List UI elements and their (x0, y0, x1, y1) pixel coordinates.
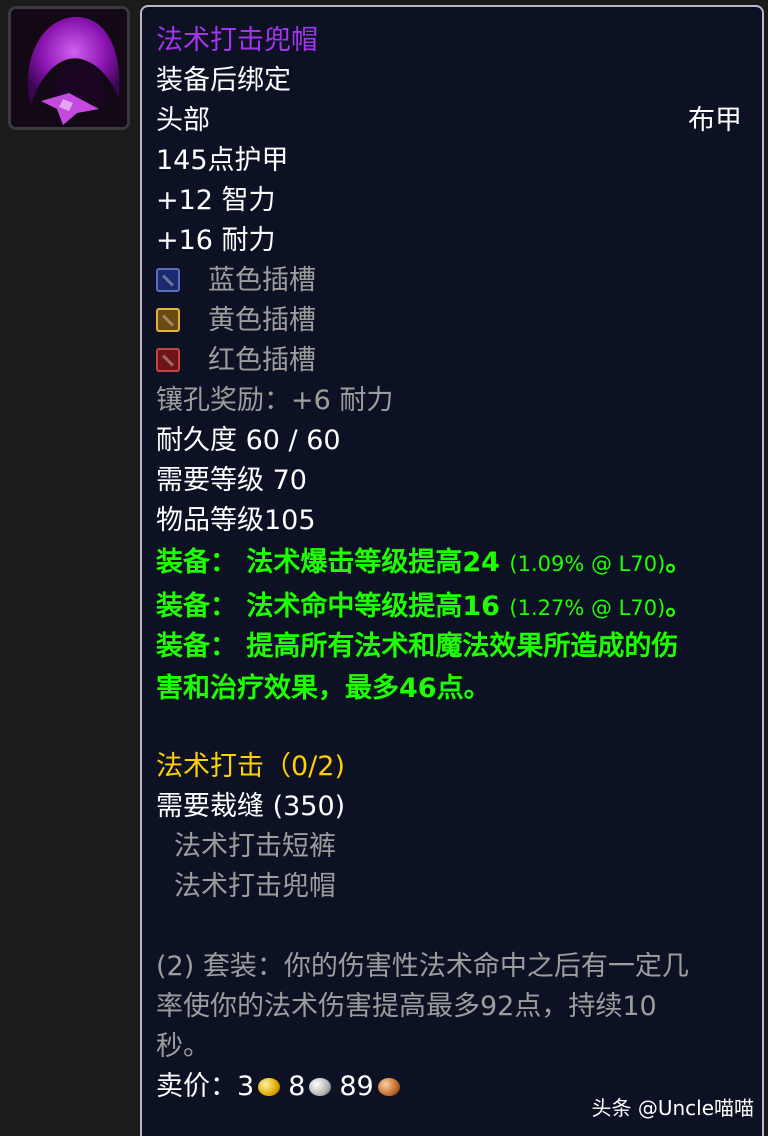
set-bonus-line1: (2) 套装：你的伤害性法术命中之后有一定几 (156, 951, 689, 982)
stat-stamina: +16 耐力 (156, 225, 276, 256)
equip-effect-pct: (1.27% @ L70) (509, 596, 666, 620)
gold-coin-icon (258, 1078, 281, 1096)
item-icon-frame[interactable] (8, 6, 130, 130)
sell-price-label: 卖价： (156, 1071, 237, 1102)
equip-effect-tail: 。 (665, 591, 693, 622)
equip-effect-text: 装备： 法术爆击等级提高24 (156, 547, 500, 578)
set-bonus-line2: 率使你的法术伤害提高最多92点，持续10 (156, 991, 657, 1022)
socket-label: 黄色插槽 (208, 305, 316, 336)
binding-text: 装备后绑定 (156, 65, 291, 96)
yellow-socket-icon (156, 308, 180, 332)
set-bonus-line3: 秒。 (156, 1031, 210, 1062)
slot-text: 头部 (156, 105, 210, 136)
stat-intellect: +12 智力 (156, 185, 276, 216)
required-level: 需要等级 70 (156, 465, 307, 496)
socket-bonus: 镶孔奖励：+6 耐力 (156, 385, 394, 416)
red-socket-icon (156, 348, 180, 372)
socket-label: 红色插槽 (208, 345, 316, 376)
sell-price: 卖价：3 8 89 (156, 1071, 408, 1103)
gold-amount: 3 (237, 1071, 255, 1102)
set-name: 法术打击（0/2) (156, 751, 345, 782)
left-panel (0, 0, 140, 1136)
blue-socket-icon (156, 268, 180, 292)
item-name: 法术打击兜帽 (156, 25, 318, 56)
silver-amount: 8 (288, 1071, 306, 1102)
socket-label: 蓝色插槽 (208, 265, 316, 296)
set-requirement: 需要裁缝 (350) (156, 791, 346, 822)
hood-icon (11, 9, 127, 127)
item-level: 物品等级105 (156, 505, 316, 536)
set-piece: 法术打击短裤 (174, 831, 336, 862)
equip-effect-pct: (1.09% @ L70) (509, 552, 666, 576)
watermark: 头条 @Uncle喵喵 (591, 1096, 754, 1120)
equip-effect-spell-damage-line2: 害和治疗效果，最多46点。 (156, 673, 491, 704)
equip-effect-text: 装备： 法术命中等级提高16 (156, 591, 500, 622)
slot-row: 头部 布甲 (156, 105, 752, 137)
item-tooltip: 法术打击兜帽 装备后绑定 头部 布甲 145点护甲 +12 智力 +16 耐力 … (140, 5, 764, 1136)
durability: 耐久度 60 / 60 (156, 425, 341, 456)
equip-effect-spell-damage-line1: 装备： 提高所有法术和魔法效果所造成的伤 (156, 631, 679, 662)
equip-effect-tail: 。 (665, 547, 693, 578)
armor-text: 145点护甲 (156, 145, 289, 176)
copper-coin-icon (377, 1078, 400, 1096)
equip-effect-spell-crit: 装备： 法术爆击等级提高24 (1.09% @ L70)。 (156, 547, 692, 580)
silver-coin-icon (309, 1078, 332, 1096)
equip-effect-spell-hit: 装备： 法术命中等级提高16 (1.27% @ L70)。 (156, 591, 692, 624)
set-piece: 法术打击兜帽 (174, 871, 336, 902)
armor-type-text: 布甲 (688, 105, 742, 136)
copper-amount: 89 (339, 1071, 374, 1102)
